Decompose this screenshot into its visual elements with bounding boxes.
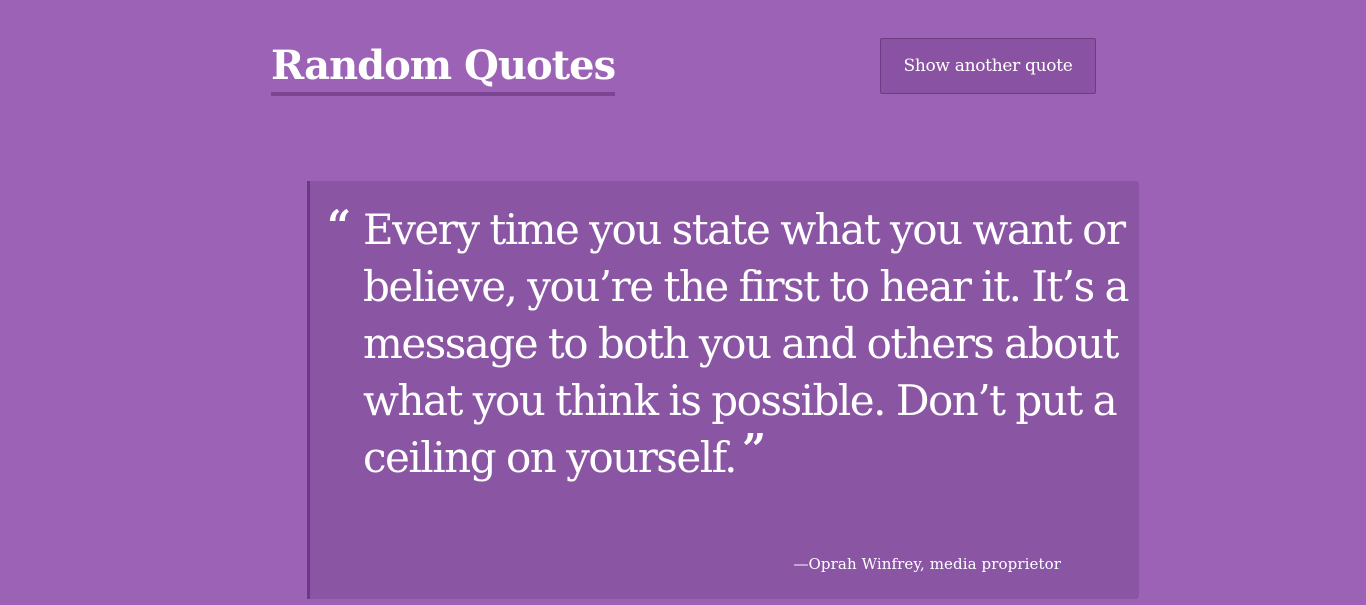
show-another-quote-button[interactable]: Show another quote <box>880 38 1096 94</box>
open-quote-mark-icon: “ <box>327 201 352 250</box>
quote-card: “ Every time you state what you want or … <box>307 181 1139 599</box>
quote-attribution: —Oprah Winfrey, media proprietor <box>793 555 1061 573</box>
quote-text-block: Every time you state what you want or be… <box>363 201 1133 486</box>
close-quote-mark-icon: ” <box>742 425 766 475</box>
site-title-link[interactable]: Random Quotes <box>271 40 616 96</box>
